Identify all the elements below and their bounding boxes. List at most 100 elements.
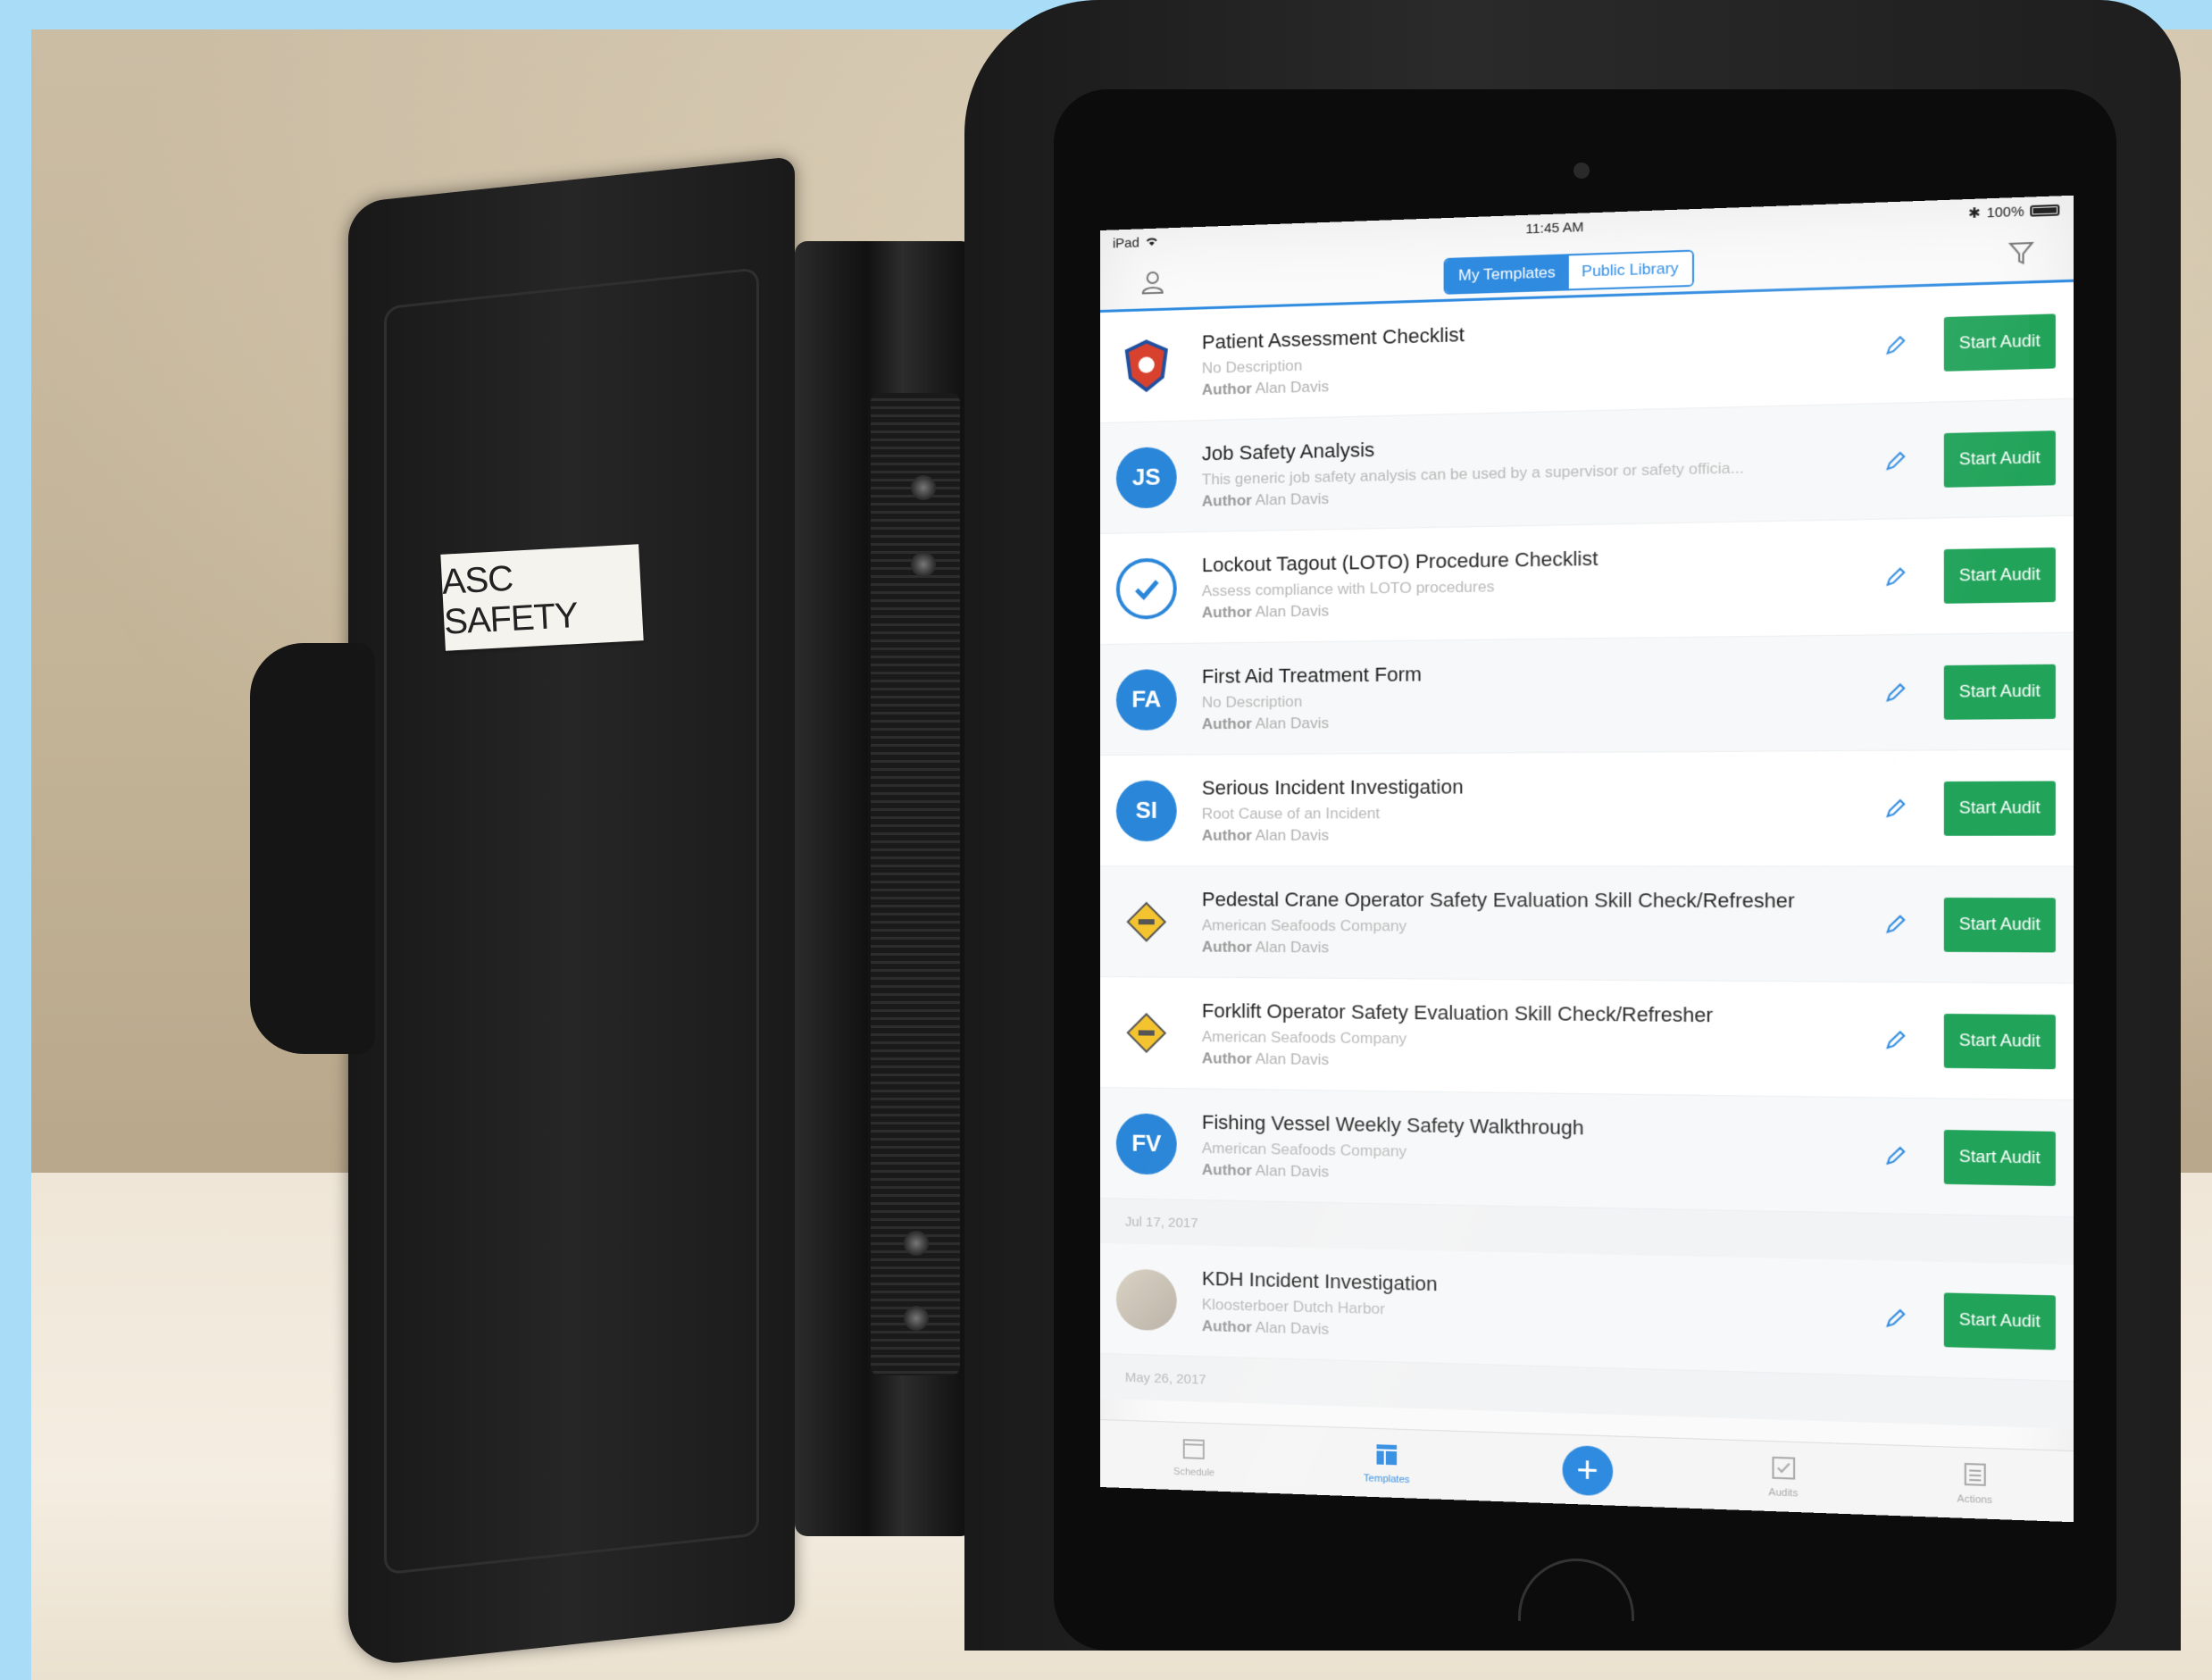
bolt-icon bbox=[904, 1231, 929, 1256]
template-author: Author Alan Davis bbox=[1202, 1049, 1876, 1075]
diamond-icon bbox=[1116, 1002, 1177, 1064]
edit-icon[interactable] bbox=[1876, 681, 1915, 704]
template-author: Author Alan Davis bbox=[1202, 709, 1876, 732]
plus-icon: + bbox=[1576, 1450, 1598, 1492]
template-info: Patient Assessment Checklist No Descripti… bbox=[1202, 310, 1876, 398]
avatar-initials: FA bbox=[1131, 685, 1162, 713]
template-title: Lockout Tagout (LOTO) Procedure Checklis… bbox=[1201, 546, 1598, 576]
author-label: Author bbox=[1201, 715, 1252, 732]
template-info: Job Safety Analysis This generic job safe… bbox=[1202, 426, 1876, 510]
template-row[interactable]: FV Fishing Vessel Weekly Safety Walkthrou… bbox=[1100, 1088, 2074, 1218]
template-info: Fishing Vessel Weekly Safety Walkthrough… bbox=[1202, 1110, 1876, 1191]
template-row[interactable]: JS Job Safety Analysis This generic job sa… bbox=[1100, 398, 2074, 534]
author-name: Alan Davis bbox=[1255, 377, 1330, 397]
start-audit-button[interactable]: Start Audit bbox=[1943, 1129, 2056, 1186]
template-avatar: FA bbox=[1115, 668, 1177, 731]
edit-icon[interactable] bbox=[1876, 797, 1915, 819]
segment-my-templates[interactable]: My Templates bbox=[1445, 255, 1569, 293]
folder-inner-panel bbox=[384, 267, 759, 1576]
edit-icon[interactable] bbox=[1876, 913, 1915, 935]
template-info: Forklift Operator Safety Evaluation Skil… bbox=[1202, 999, 1876, 1074]
author-label: Author bbox=[1201, 938, 1252, 956]
template-description: American Seafoods Company bbox=[1201, 915, 1407, 934]
edit-icon[interactable] bbox=[1876, 1144, 1915, 1167]
author-label: Author bbox=[1201, 826, 1252, 844]
template-segment-control: My Templates Public Library bbox=[1443, 249, 1694, 295]
start-audit-button[interactable]: Start Audit bbox=[1943, 430, 2056, 488]
template-thumbnail bbox=[1115, 1267, 1177, 1331]
author-name: Alan Davis bbox=[1255, 714, 1330, 732]
author-name: Alan Davis bbox=[1255, 1049, 1330, 1068]
author-label: Author bbox=[1201, 1049, 1252, 1067]
templates-icon bbox=[1373, 1442, 1399, 1470]
author-label: Author bbox=[1201, 379, 1252, 398]
tab-label: Actions bbox=[1957, 1493, 1993, 1507]
tab-schedule[interactable]: Schedule bbox=[1173, 1435, 1215, 1479]
diamond-icon bbox=[1116, 891, 1177, 952]
start-audit-button[interactable]: Start Audit bbox=[1943, 313, 2056, 372]
template-avatar: SI bbox=[1115, 780, 1177, 841]
template-row[interactable]: FA First Aid Treatment Form No Description… bbox=[1100, 632, 2074, 756]
author-name: Alan Davis bbox=[1255, 601, 1330, 621]
template-author: Author Alan Davis bbox=[1202, 825, 1876, 845]
author-label: Author bbox=[1201, 490, 1252, 510]
filter-icon[interactable] bbox=[2008, 239, 2034, 266]
add-button[interactable]: + bbox=[1562, 1444, 1613, 1496]
edit-icon[interactable] bbox=[1876, 333, 1915, 356]
user-icon[interactable] bbox=[1139, 268, 1166, 296]
start-audit-button[interactable]: Start Audit bbox=[1943, 1291, 2056, 1350]
start-audit-button[interactable]: Start Audit bbox=[1943, 897, 2056, 952]
folder-label: ASC SAFETY bbox=[440, 544, 644, 651]
segment-public-library[interactable]: Public Library bbox=[1568, 251, 1692, 289]
battery-icon bbox=[2030, 204, 2060, 217]
folder-case bbox=[348, 156, 795, 1668]
avatar-initials: JS bbox=[1131, 463, 1161, 491]
template-info: Pedestal Crane Operator Safety Evaluatio… bbox=[1202, 888, 1876, 960]
actions-icon bbox=[1961, 1461, 1989, 1492]
template-row[interactable]: Lockout Tagout (LOTO) Procedure Checklis… bbox=[1100, 515, 2074, 645]
template-row[interactable]: Pedestal Crane Operator Safety Evaluatio… bbox=[1100, 866, 2074, 984]
template-title: Fishing Vessel Weekly Safety Walkthrough bbox=[1201, 1110, 1584, 1139]
checkmark-icon bbox=[1115, 557, 1177, 620]
template-info: First Aid Treatment Form No Description Au… bbox=[1202, 657, 1876, 733]
template-description: No Description bbox=[1201, 692, 1303, 711]
edit-icon[interactable] bbox=[1876, 449, 1915, 472]
battery-percent: 100% bbox=[1986, 203, 2024, 221]
status-time: 11:45 AM bbox=[1525, 219, 1584, 237]
author-name: Alan Davis bbox=[1255, 489, 1330, 509]
start-audit-button[interactable]: Start Audit bbox=[1943, 547, 2056, 604]
tab-label: Templates bbox=[1364, 1473, 1410, 1486]
audits-icon bbox=[1770, 1455, 1797, 1484]
template-title: Forklift Operator Safety Evaluation Skil… bbox=[1201, 999, 1714, 1026]
tab-templates[interactable]: Templates bbox=[1364, 1442, 1410, 1486]
template-title: First Aid Treatment Form bbox=[1201, 662, 1422, 688]
start-audit-button[interactable]: Start Audit bbox=[1943, 780, 2056, 836]
start-audit-button[interactable]: Start Audit bbox=[1943, 1013, 2056, 1069]
template-list: Patient Assessment Checklist No Descripti… bbox=[1100, 281, 2074, 1429]
bolt-icon bbox=[911, 475, 936, 500]
template-title: Pedestal Crane Operator Safety Evaluatio… bbox=[1201, 887, 1795, 912]
template-info: Serious Incident Investigation Root Cause… bbox=[1202, 773, 1876, 844]
tab-actions[interactable]: Actions bbox=[1957, 1461, 1993, 1507]
edit-icon[interactable] bbox=[1876, 1307, 1915, 1330]
tab-audits[interactable]: Audits bbox=[1768, 1455, 1799, 1500]
author-label: Author bbox=[1201, 1316, 1252, 1336]
tab-label: Audits bbox=[1768, 1486, 1799, 1500]
template-row[interactable]: SI Serious Incident Investigation Root Cau… bbox=[1100, 749, 2074, 867]
template-title: Serious Incident Investigation bbox=[1201, 774, 1464, 799]
template-row[interactable]: Forklift Operator Safety Evaluation Skil… bbox=[1100, 977, 2074, 1101]
edit-icon[interactable] bbox=[1876, 1029, 1915, 1052]
author-label: Author bbox=[1201, 1160, 1252, 1179]
tablet-screen: iPad 11:45 AM ✱ 100% My Templates Public… bbox=[1100, 195, 2074, 1523]
start-audit-button[interactable]: Start Audit bbox=[1943, 664, 2056, 720]
template-description: American Seafoods Company bbox=[1201, 1027, 1407, 1048]
crest-icon bbox=[1116, 335, 1177, 397]
edit-icon[interactable] bbox=[1876, 565, 1915, 589]
template-info: Lockout Tagout (LOTO) Procedure Checklis… bbox=[1202, 541, 1876, 622]
template-description: Root Cause of an Incident bbox=[1201, 804, 1381, 823]
template-avatar: JS bbox=[1115, 446, 1177, 509]
case-handle bbox=[250, 643, 375, 1054]
calendar-icon bbox=[1181, 1435, 1206, 1464]
device-name: iPad bbox=[1112, 234, 1139, 252]
template-author: Author Alan Davis bbox=[1202, 938, 1876, 959]
